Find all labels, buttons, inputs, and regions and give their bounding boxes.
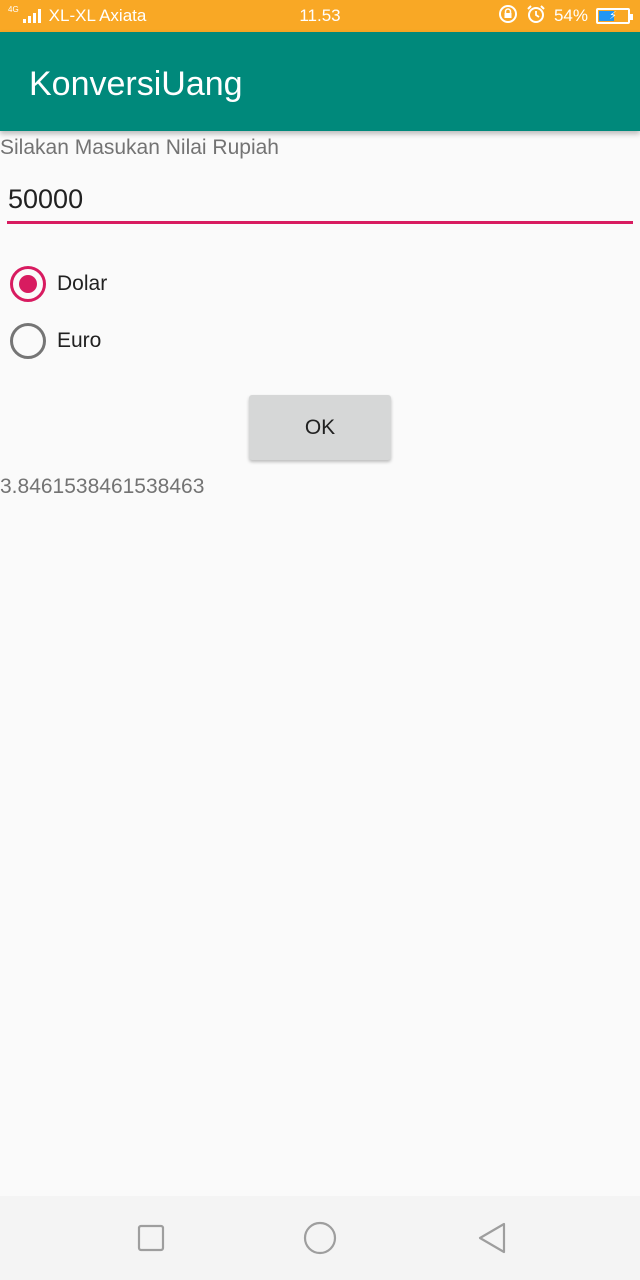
radio-checked-icon[interactable] [10,266,46,302]
rupiah-amount-input[interactable] [7,178,633,224]
amount-prompt-label: Silakan Masukan Nilai Rupiah [0,136,279,159]
app-bar: KonversiUang [0,32,640,131]
app-title: KonversiUang [29,65,243,103]
radio-label-dolar[interactable]: Dolar [57,272,107,296]
radio-label-euro[interactable]: Euro [57,329,101,353]
battery-percent: 54% [553,6,588,25]
charging-bolt-icon: ⚡ [609,10,617,22]
lock-rotate-icon [498,4,518,29]
back-icon[interactable] [474,1220,510,1256]
radio-unchecked-icon[interactable] [10,323,46,359]
home-icon[interactable] [302,1220,338,1256]
status-bar: 4G XL-XL Axiata 11.53 54% ⚡ [0,0,640,32]
conversion-result: 3.8461538461538463 [0,475,205,498]
status-right: 54% ⚡ [498,0,633,32]
radio-option-dolar[interactable]: Dolar [10,266,107,302]
battery-charging-icon: ⚡ [596,8,633,24]
ok-button[interactable]: OK [249,395,391,460]
alarm-icon [526,4,546,29]
radio-option-euro[interactable]: Euro [10,323,101,359]
network-type-badge: 4G [8,5,19,14]
radio-dot [19,275,37,293]
status-left: 4G XL-XL Axiata [8,0,146,32]
recents-icon[interactable] [133,1220,169,1256]
signal-icon [22,9,41,23]
navigation-bar [0,1196,640,1280]
carrier-name: XL-XL Axiata [48,6,147,25]
